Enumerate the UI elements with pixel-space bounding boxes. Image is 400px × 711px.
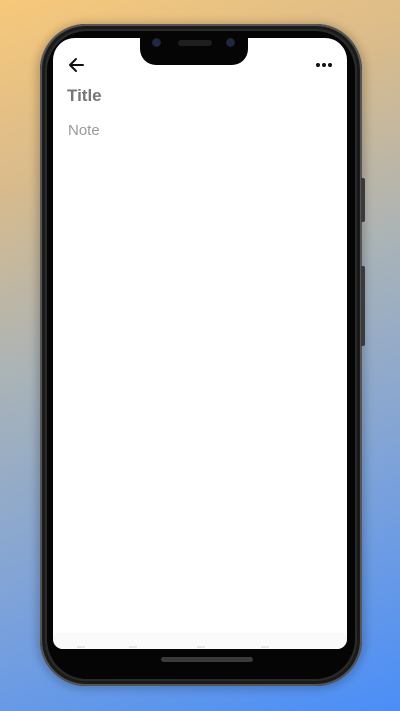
note-placeholder: Note [68, 122, 100, 139]
phone-bezel: Note [47, 31, 355, 679]
more-options-button[interactable] [311, 52, 337, 78]
nav-mark-4 [261, 646, 269, 648]
title-input[interactable] [67, 86, 331, 106]
nav-mark-3 [197, 646, 205, 648]
nav-mark-1 [77, 646, 85, 648]
camera-notch [140, 31, 248, 65]
back-button[interactable] [63, 52, 89, 78]
note-input[interactable]: Note [68, 122, 330, 139]
earpiece-speaker [178, 40, 212, 46]
nav-mark-2 [129, 646, 137, 648]
arrow-back-icon [69, 58, 84, 72]
system-nav-bar [53, 633, 347, 649]
front-sensor-icon [227, 39, 234, 46]
front-camera-icon [153, 39, 160, 46]
phone-frame: Note [40, 24, 365, 686]
power-button [361, 266, 365, 346]
app-screen: Note [53, 38, 347, 649]
more-horizontal-icon [316, 63, 332, 67]
volume-button [361, 178, 365, 222]
bottom-speaker-grille [161, 657, 253, 662]
